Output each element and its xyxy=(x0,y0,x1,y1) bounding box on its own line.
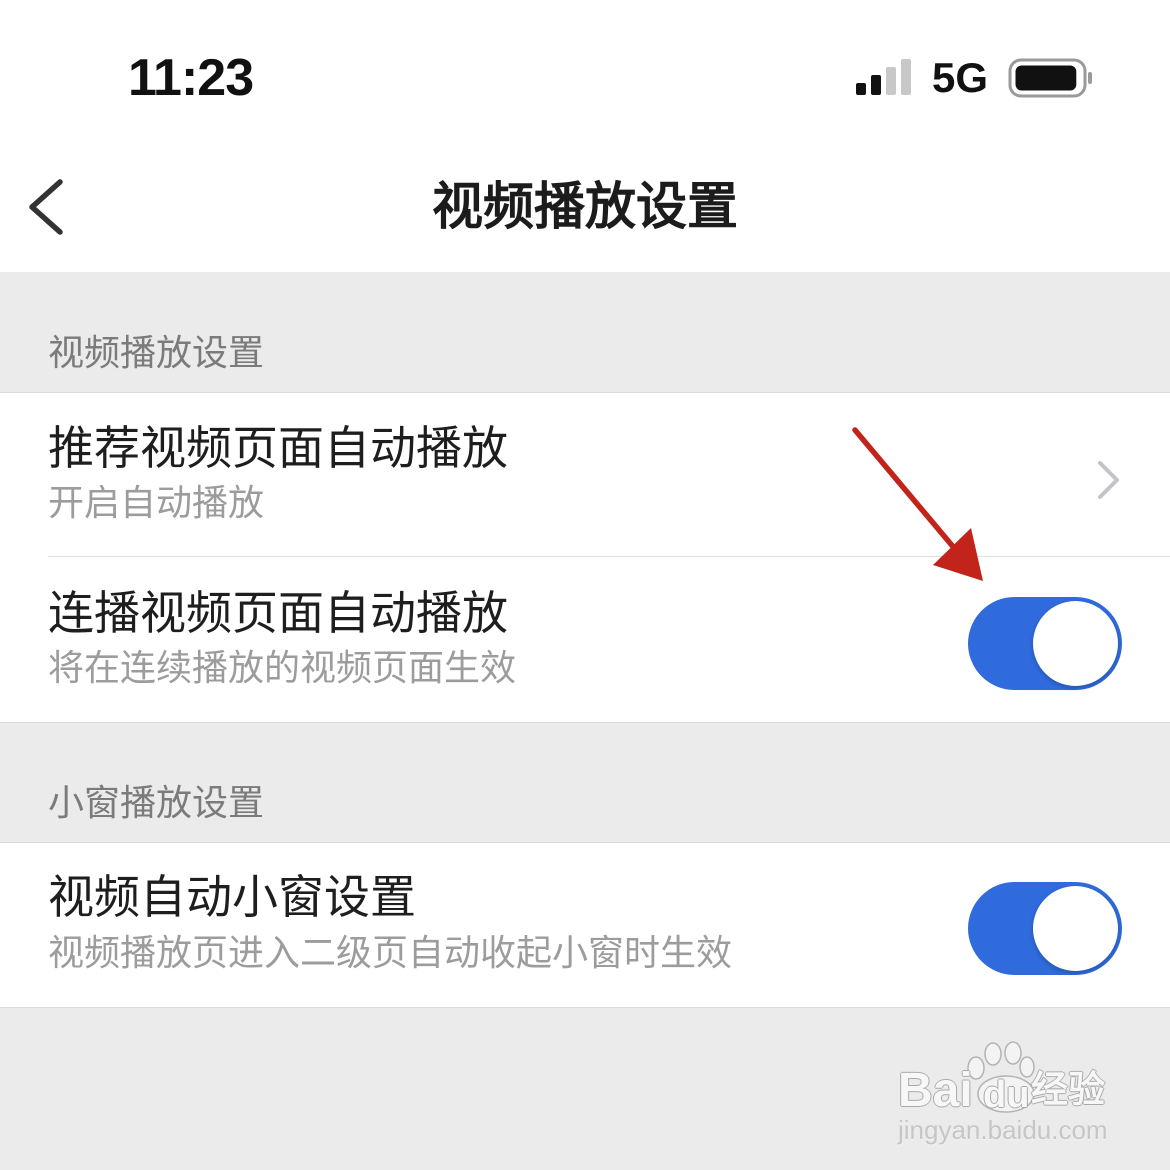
row-subtitle: 视频播放页进入二级页自动收起小窗时生效 xyxy=(48,932,733,973)
toggle-knob xyxy=(1033,886,1118,971)
signal-bar xyxy=(856,83,866,95)
row-subtitle: 开启自动播放 xyxy=(48,482,265,523)
page-title: 视频播放设置 xyxy=(431,178,738,235)
header-area: 11:23 5G 视频播放设置 xyxy=(0,0,1170,272)
network-type: 5G xyxy=(932,54,989,101)
watermark-product: 经验 xyxy=(1031,1069,1105,1110)
row-title: 视频自动小窗设置 xyxy=(48,871,416,923)
row-title: 连播视频页面自动播放 xyxy=(48,587,508,639)
signal-bar xyxy=(901,59,911,95)
row-continuous-autoplay: 连播视频页面自动播放 将在连续播放的视频页面生效 xyxy=(0,557,1170,722)
toggle-knob xyxy=(1033,601,1118,686)
status-time: 11:23 xyxy=(128,49,254,107)
battery-fill xyxy=(1015,65,1077,91)
hairline xyxy=(0,1007,1170,1008)
continuous-autoplay-toggle[interactable] xyxy=(968,597,1122,690)
row-recommended-autoplay[interactable]: 推荐视频页面自动播放 开启自动播放 xyxy=(0,393,1170,557)
section-header: 小窗播放设置 xyxy=(48,782,265,823)
section-header: 视频播放设置 xyxy=(48,332,265,373)
row-subtitle: 将在连续播放的视频页面生效 xyxy=(48,647,517,688)
auto-mini-window-toggle[interactable] xyxy=(968,882,1122,975)
cellular-signal-icon xyxy=(856,59,911,95)
chevron-right-icon xyxy=(1098,461,1119,499)
signal-bar xyxy=(871,75,881,95)
watermark-brand-left: Bai xyxy=(898,1064,973,1117)
battery-icon xyxy=(1008,58,1092,98)
row-title: 推荐视频页面自动播放 xyxy=(48,422,508,474)
signal-bar xyxy=(886,67,896,95)
hairline xyxy=(0,722,1170,723)
watermark-brand-right: du xyxy=(983,1074,1030,1116)
row-auto-mini-window: 视频自动小窗设置 视频播放页进入二级页自动收起小窗时生效 xyxy=(0,843,1170,1007)
watermark-domain: jingyan.baidu.com xyxy=(898,1115,1108,1145)
